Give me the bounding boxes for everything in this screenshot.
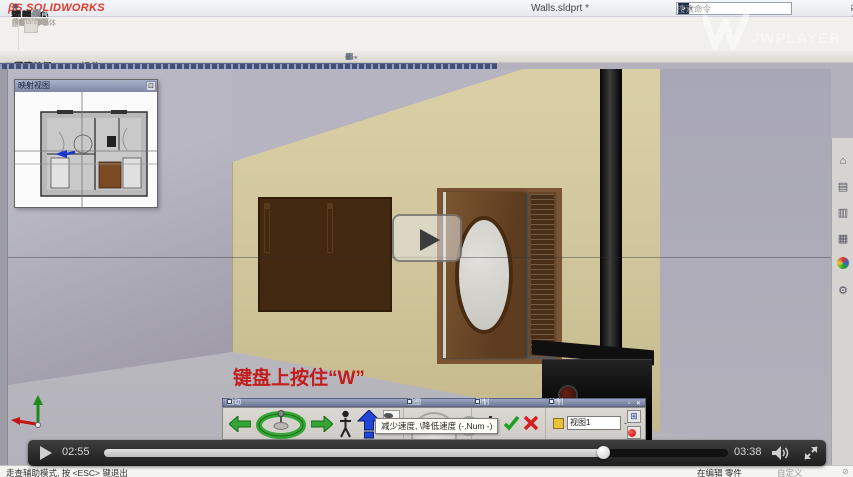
play-icon [420, 229, 440, 251]
resources-icon[interactable]: ⌂ [835, 153, 851, 169]
duration: 03:38 [734, 446, 762, 458]
cancel-button[interactable] [523, 415, 539, 431]
coordinate-triad [10, 391, 54, 437]
move-right-button[interactable] [311, 416, 333, 432]
design-library-icon[interactable]: ▤ [835, 179, 851, 195]
appearances-icon[interactable] [837, 257, 849, 269]
fullscreen-icon[interactable] [804, 446, 818, 460]
status-message: 走查辅助模式, 按 <ESC> 键退出 [6, 467, 128, 477]
edit-state-label: 在编辑 零件 [697, 467, 742, 477]
panel-title-运动: 运动 [227, 399, 403, 407]
record-button[interactable] [627, 426, 641, 439]
map-pin-icon[interactable]: ⊡ [146, 81, 156, 91]
panel-title-录制: 录制 [475, 399, 543, 407]
map-view-title: 映射视图 [15, 80, 157, 92]
seek-bar-played [104, 449, 603, 457]
jwplayer-watermark: JWPLAYER [703, 12, 749, 57]
video-frame: βS SOLIDWORKS 文件(F)编辑(E)视图(V)插入(I)工具(T)窗… [0, 0, 853, 477]
walkthrough-title-bar: ▫ ✕ 运动视图录制控制 [222, 398, 646, 407]
status-bar: 走查辅助模式, 按 <ESC> 键退出 在编辑 零件 自定义 ⊘ [0, 465, 853, 477]
person-height-icon[interactable] [339, 410, 352, 439]
scene-louver-panel [529, 192, 556, 356]
play-overlay-button[interactable] [392, 214, 462, 262]
accept-button[interactable] [503, 415, 520, 431]
scene-chimney-pipe [600, 69, 622, 361]
seek-handle[interactable] [597, 446, 610, 459]
document-title: Walls.sldprt * [470, 0, 650, 17]
scene-right-wall [660, 69, 831, 465]
grid-view-button[interactable]: ⊞ [627, 410, 641, 423]
floor-plan [15, 92, 157, 207]
speed-tooltip: 减少速度, \降低速度 (-,Num -) [375, 418, 498, 434]
player-control-bar: 02:55 03:38 [28, 440, 826, 466]
move-left-button[interactable] [229, 416, 251, 432]
status-icon: ⊘ [842, 467, 849, 476]
view-palette-icon[interactable]: ▦ [835, 231, 851, 247]
tutorial-annotation: 键盘上按住“W” [233, 363, 365, 390]
current-time: 02:55 [62, 446, 90, 458]
record-icon [628, 429, 636, 437]
scene-window [258, 197, 392, 312]
custom-properties-icon[interactable]: ⚙ [835, 283, 851, 299]
viewport-left-border [0, 69, 8, 465]
view-dropdown[interactable]: 视图1 [567, 416, 621, 430]
panel-title-控制: 控制 [549, 399, 621, 407]
file-explorer-icon[interactable]: ▥ [835, 205, 851, 221]
ribbon-group-4: Instant3D [6, 18, 19, 50]
rotate-control[interactable] [255, 410, 307, 439]
color-swatch[interactable] [553, 418, 564, 429]
panel-window-buttons[interactable]: ▫ ✕ [628, 400, 643, 407]
map-view-panel[interactable]: 映射视图 ⊡ [14, 79, 158, 208]
jwplayer-logo-icon [703, 12, 749, 52]
seek-bar[interactable] [104, 449, 728, 457]
scene-icon[interactable]: ▣ ▾ [345, 50, 357, 64]
ribbon-button-label: Instant3D [16, 19, 46, 27]
panel-separator [545, 408, 546, 440]
jwplayer-logo-text: JWPLAYER [751, 30, 841, 47]
volume-icon[interactable] [772, 446, 790, 460]
player-play-button[interactable] [40, 446, 52, 460]
scene-door-oval-glass [455, 216, 513, 334]
customize-label[interactable]: 自定义 [777, 467, 803, 477]
task-pane: ⌂ ▤ ▥ ▦ ⚙ [831, 138, 853, 477]
panel-title-视图: 视图 [407, 399, 469, 407]
